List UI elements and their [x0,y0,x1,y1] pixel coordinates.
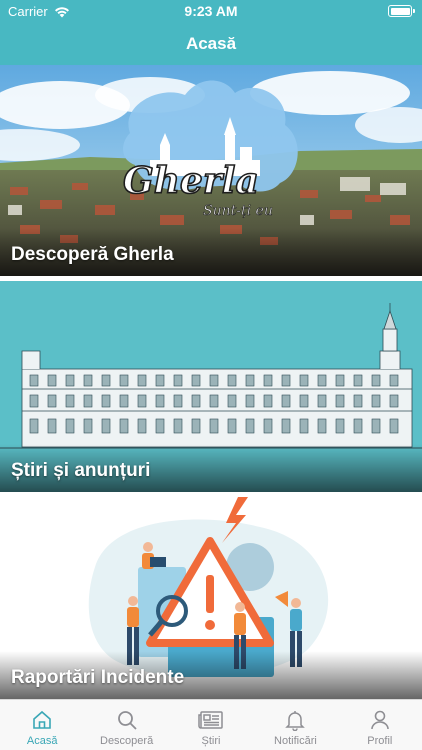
home-icon [31,707,53,733]
tab-discover[interactable]: Descoperă [84,700,168,750]
header: Carrier 9:23 AM Acasă [0,0,422,65]
tab-notifications[interactable]: Notificări [253,700,337,750]
news-card[interactable]: Știri și anunțuri [0,281,422,492]
tab-notifications-label: Notificări [274,735,317,747]
clock: 9:23 AM [184,3,238,19]
tab-news-label: Știri [201,735,221,747]
bell-icon [284,707,306,733]
discover-card[interactable]: Gherla Sunt-ți eu Descoperă Gherla [0,65,422,276]
person-icon [369,707,391,733]
news-card-label: Știri și anunțuri [11,460,151,481]
page-title: Acasă [185,34,237,53]
discover-card-label: Descoperă Gherla [11,244,174,265]
tab-profile[interactable]: Profil [338,700,422,750]
logo-wordmark: Gherla [123,160,259,202]
incident-report-card[interactable]: Raportări Incidente [0,497,422,699]
tab-home-label: Acasă [26,735,58,747]
status-bar: Carrier 9:23 AM [0,0,422,22]
search-icon [116,707,138,733]
battery-icon [388,5,415,17]
tab-profile-label: Profil [367,735,393,747]
tab-news[interactable]: Știri [169,700,253,750]
tab-discover-label: Descoperă [100,735,154,747]
newspaper-icon [198,707,224,733]
incident-card-label: Raportări Incidente [11,667,185,688]
tab-bar: Acasă Descoperă Știri Notificări Profil [0,699,422,750]
tab-home[interactable]: Acasă [0,700,84,750]
logo-tagline: Sunt-ți eu [203,203,273,219]
